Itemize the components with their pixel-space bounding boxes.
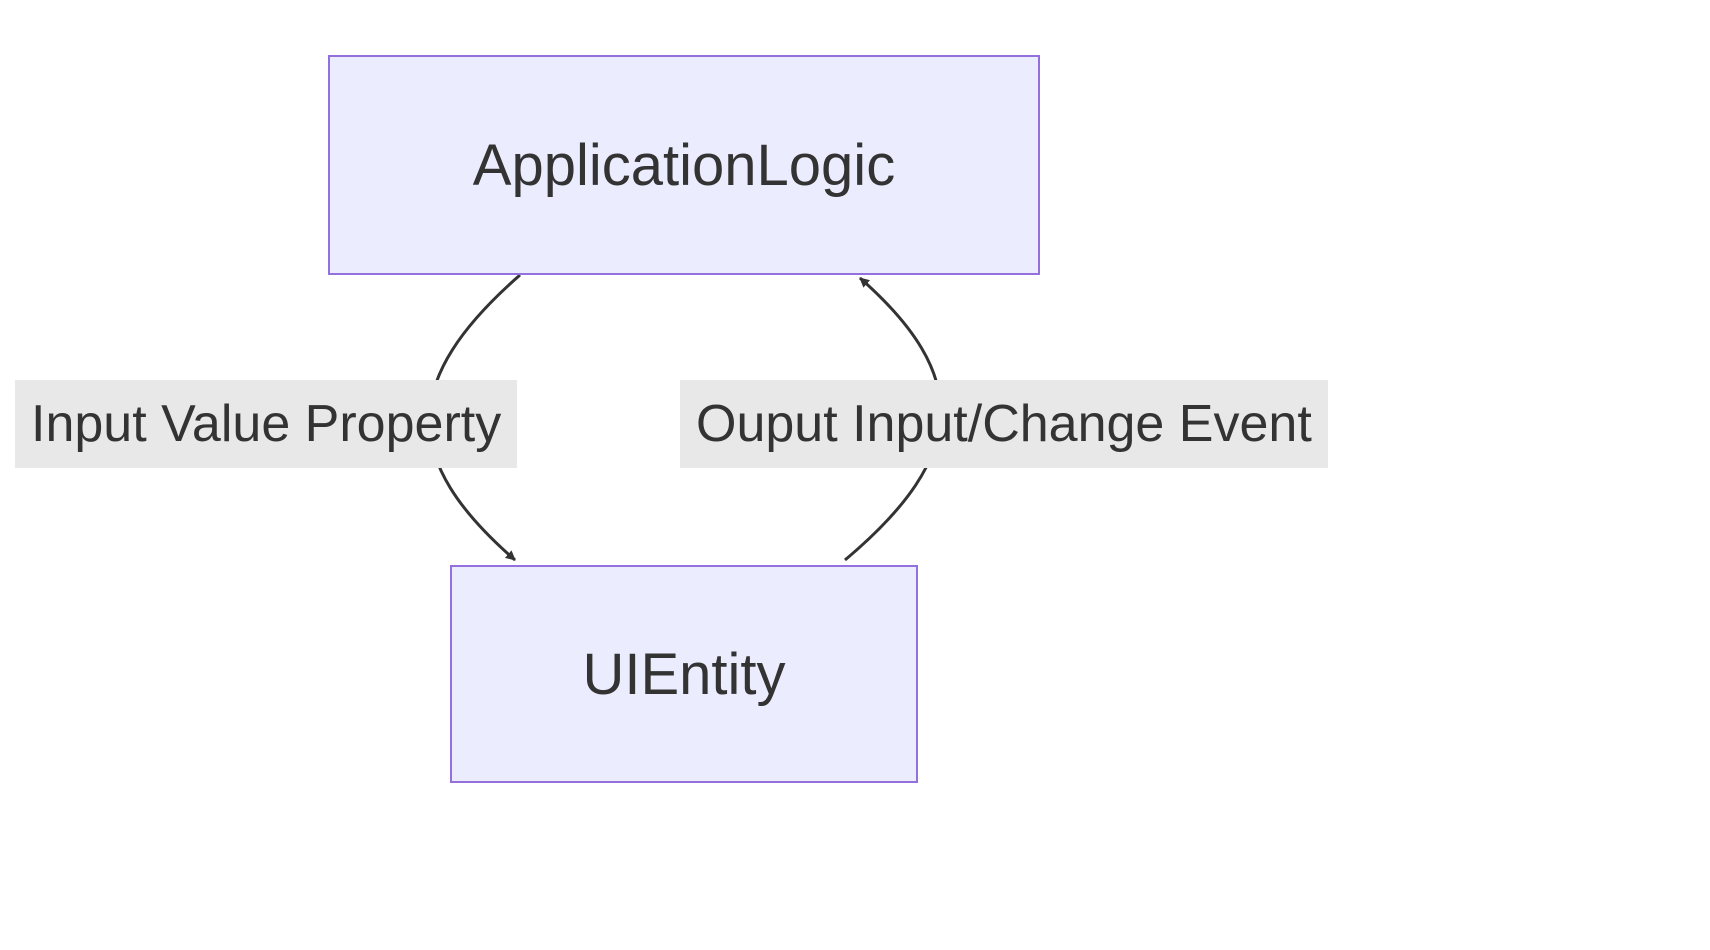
edge-label-input-value: Input Value Property: [15, 380, 517, 468]
edge-label-input-value-text: Input Value Property: [31, 395, 501, 453]
edge-label-output-change: Ouput Input/Change Event: [680, 380, 1328, 468]
node-application-logic-label: ApplicationLogic: [473, 132, 895, 199]
node-ui-entity: UIEntity: [450, 565, 918, 783]
node-application-logic: ApplicationLogic: [328, 55, 1040, 275]
edge-label-output-change-text: Ouput Input/Change Event: [696, 395, 1312, 453]
node-ui-entity-label: UIEntity: [582, 641, 785, 708]
